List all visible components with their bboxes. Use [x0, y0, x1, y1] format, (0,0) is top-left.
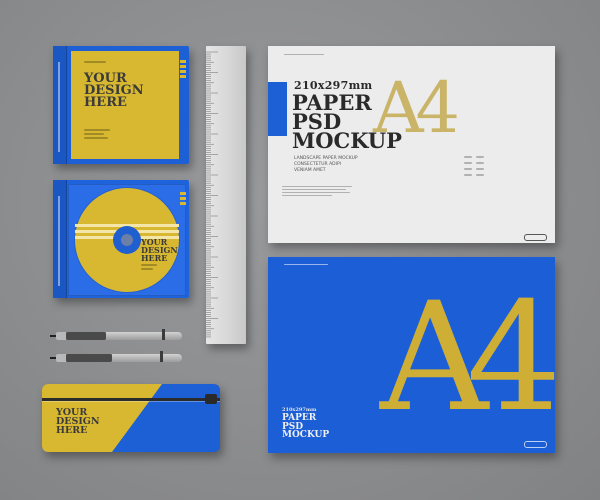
cd-disc-case: YOUR DESIGN HERE	[53, 180, 189, 298]
ruler-ticks	[206, 51, 218, 338]
cd-disc-hub	[113, 226, 141, 254]
pen-bottom	[50, 351, 182, 363]
paper-white-subtitle: LANDSCAPE PAPER MOCKUP CONSECTETUR ADIPI…	[294, 156, 358, 174]
paper-white-blue-tab	[268, 82, 287, 136]
cd-disc-text: YOUR DESIGN HERE	[141, 237, 178, 263]
pencil-case-text: YOUR DESIGN HERE	[56, 407, 100, 436]
paper-blue-title: PAPER PSD MOCKUP	[282, 413, 330, 440]
cd-case-spine-lines	[58, 62, 60, 152]
cd-disc: YOUR DESIGN HERE	[75, 188, 179, 292]
cd-case-cover: YOUR DESIGN HERE	[71, 51, 179, 159]
cd-case-cover-text: YOUR DESIGN HERE	[84, 71, 144, 110]
paper-white: 210x297mm PAPER PSD MOCKUP A4 LANDSCAPE …	[268, 46, 555, 243]
paper-blue-badge	[524, 441, 547, 448]
paper-white-big-letters: A4	[373, 67, 460, 149]
paper-blue: A4 210x297mm PAPER PSD MOCKUP	[268, 257, 555, 453]
paper-white-subtitle-line: VENIAM AMET	[294, 168, 326, 173]
cd-disc-hole	[121, 234, 133, 246]
paper-white-badge	[524, 234, 547, 241]
zipper-pull	[205, 394, 217, 404]
cd-case: YOUR DESIGN HERE	[53, 46, 189, 164]
mockup-scene: YOUR DESIGN HERE YOUR DESIGN HERE YOUR D…	[0, 0, 600, 500]
cd-disc-case-spine	[53, 180, 67, 298]
ruler	[206, 46, 246, 344]
pen-top	[50, 329, 182, 341]
paper-blue-big-letters: A4	[380, 271, 555, 445]
cd-case-spine	[53, 46, 67, 164]
pencil-case: YOUR DESIGN HERE	[42, 384, 220, 452]
